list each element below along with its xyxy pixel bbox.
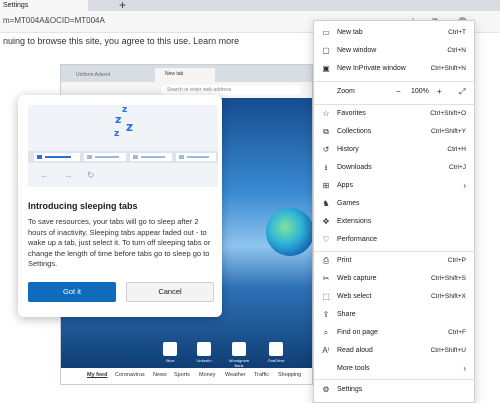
downloads-icon: ⭳ xyxy=(324,163,328,172)
tab-illustration xyxy=(130,153,172,161)
web-capture-icon: ✂ xyxy=(322,274,330,283)
menu-item-read-aloud[interactable]: A⁾ Read aloud Ctrl+Shift+U xyxy=(314,343,474,359)
menu-item-new-inprivate-window[interactable]: ▣ New InPrivate window Ctrl+Shift+N xyxy=(314,61,474,77)
inprivate-icon: ▣ xyxy=(322,64,330,73)
dialog-body: To save resources, your tabs will go to … xyxy=(28,217,211,268)
share-icon: ⇪ xyxy=(322,310,330,319)
feed-item: Coronavirus xyxy=(115,372,145,378)
apps-icon: ⊞ xyxy=(322,181,330,190)
menu-item-new-window[interactable]: ▢ New window Ctrl+N xyxy=(314,43,474,59)
feed-item: Traffic xyxy=(254,372,269,378)
menu-item-zoom: Zoom − 100% + ⤢ xyxy=(314,84,474,100)
menu-divider xyxy=(314,104,474,105)
inner-tab-active: New tab xyxy=(155,68,215,82)
edge-logo-icon xyxy=(266,208,312,256)
menu-item-history[interactable]: ↺ History Ctrl+H xyxy=(314,142,474,158)
got-it-button[interactable]: Got it xyxy=(28,282,116,302)
cancel-button[interactable]: Cancel xyxy=(126,282,214,302)
chevron-right-icon: › xyxy=(463,364,466,373)
menu-item-performance[interactable]: ♡ Performance xyxy=(314,232,474,248)
menu-item-find-on-page[interactable]: ⌕ Find on page Ctrl+F xyxy=(314,325,474,341)
inner-tab: Uniform Advent xyxy=(76,72,111,78)
feed-nav: My feed Coronavirus News Sports Money We… xyxy=(61,368,312,384)
settings-icon: ⚙ xyxy=(322,385,330,394)
menu-item-collections[interactable]: ⧉ Collections Ctrl+Shift+Y xyxy=(314,124,474,140)
menu-item-settings[interactable]: ⚙ Settings xyxy=(314,382,474,398)
zoom-out-button[interactable]: − xyxy=(396,84,401,100)
feed-item: Sports xyxy=(174,372,190,378)
menu-item-more-tools[interactable]: More tools › xyxy=(314,361,474,377)
menu-divider xyxy=(314,379,474,380)
menu-divider xyxy=(314,81,474,82)
feed-item: Shopping xyxy=(278,372,302,378)
chevron-right-icon: › xyxy=(463,181,466,190)
settings-menu: ▭ New tab Ctrl+T ▢ New window Ctrl+N ▣ N… xyxy=(313,20,475,403)
history-icon: ↺ xyxy=(322,145,330,154)
games-icon: ♞ xyxy=(322,199,330,208)
sleeping-tabs-dialog: z z z z ← → ↻ Introducing sleeping tabs … xyxy=(18,95,222,317)
menu-item-web-capture[interactable]: ✂ Web capture Ctrl+Shift+S xyxy=(314,271,474,287)
sleeping-tabs-illustration: z z z z ← → ↻ xyxy=(28,105,218,187)
tab-title: Settings xyxy=(3,2,29,9)
tab-illustration xyxy=(84,153,126,161)
quick-link-tile: LinkedIn xyxy=(192,342,216,363)
menu-divider xyxy=(314,251,474,252)
extensions-icon: ✥ xyxy=(322,217,330,226)
feed-item: News xyxy=(153,372,167,378)
quick-link-tile: OneDrive xyxy=(264,342,288,363)
cookie-notice: nuing to browse this site, you agree to … xyxy=(3,36,240,46)
feed-item: My feed xyxy=(87,372,108,378)
feed-item: Money xyxy=(199,372,216,378)
quick-link-tile: Xbox xyxy=(158,342,182,363)
quick-link-tile: Woodgrove Bank xyxy=(227,342,251,368)
menu-item-games[interactable]: ♞ Games xyxy=(314,196,474,212)
nav-arrows-icon: ← → ↻ xyxy=(40,170,101,180)
find-icon: ⌕ xyxy=(323,328,329,337)
menu-item-new-tab[interactable]: ▭ New tab Ctrl+T xyxy=(314,25,474,41)
new-tab-icon: ▭ xyxy=(322,28,330,37)
menu-item-extensions[interactable]: ✥ Extensions xyxy=(314,214,474,230)
tab-strip: Settings + xyxy=(0,0,500,11)
tab-illustration xyxy=(176,153,216,161)
new-tab-button[interactable]: + xyxy=(119,0,126,11)
menu-item-print[interactable]: ⎙ Print Ctrl+P xyxy=(314,253,474,269)
zoom-level: 100% xyxy=(411,88,429,95)
feed-item: Weather xyxy=(225,372,246,378)
inner-search-box: Search or enter web address xyxy=(161,85,301,95)
print-icon: ⎙ xyxy=(322,256,330,265)
favorites-icon: ☆ xyxy=(322,109,330,118)
tab-illustration xyxy=(34,153,80,161)
read-aloud-icon: A⁾ xyxy=(322,346,330,355)
menu-item-downloads[interactable]: ⭳ Downloads Ctrl+J xyxy=(314,160,474,176)
url-field[interactable]: m=MT004A&OCID=MT004A xyxy=(3,16,105,25)
zoom-in-button[interactable]: + xyxy=(437,84,442,100)
inner-tab-strip: Uniform Advent New tab xyxy=(61,65,312,82)
menu-item-favorites[interactable]: ☆ Favorites Ctrl+Shift+O xyxy=(314,106,474,122)
menu-item-web-select[interactable]: ⬚ Web select Ctrl+Shift+X xyxy=(314,289,474,305)
menu-item-apps[interactable]: ⊞ Apps › xyxy=(314,178,474,194)
web-select-icon: ⬚ xyxy=(322,292,330,301)
performance-icon: ♡ xyxy=(322,235,330,244)
zzz-icon: z xyxy=(115,113,122,126)
dialog-title: Introducing sleeping tabs xyxy=(28,201,138,211)
new-window-icon: ▢ xyxy=(322,46,330,55)
tab-settings[interactable]: Settings xyxy=(0,0,88,11)
collections-icon: ⧉ xyxy=(323,127,329,136)
fullscreen-icon[interactable]: ⤢ xyxy=(459,84,465,100)
menu-item-share[interactable]: ⇪ Share xyxy=(314,307,474,323)
